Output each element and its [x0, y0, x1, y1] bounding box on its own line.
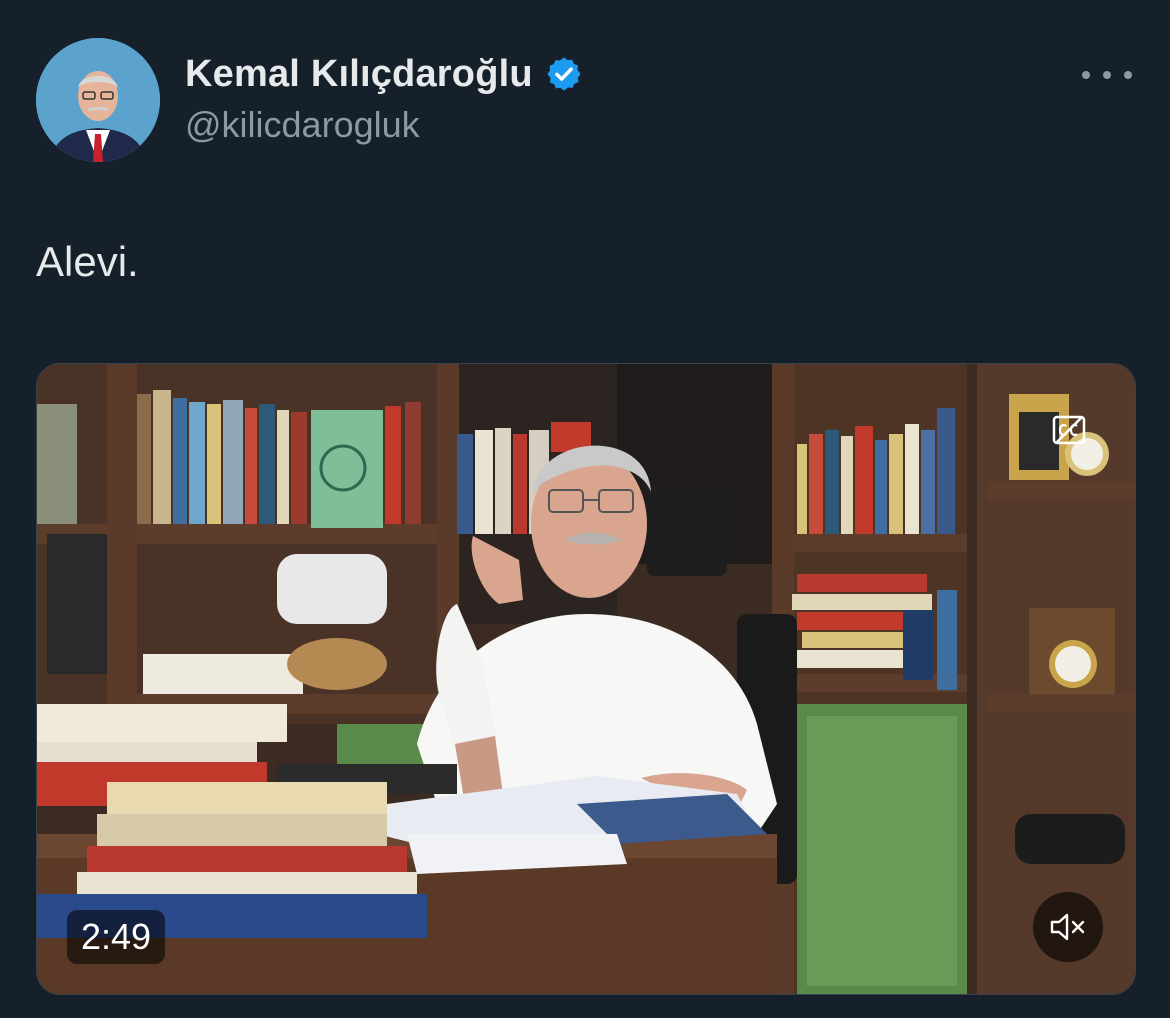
tweet: Kemal Kılıçdaroğlu @kilicdarogluk Alevi. [0, 0, 1170, 1018]
author-display-name[interactable]: Kemal Kılıçdaroğlu [185, 53, 533, 96]
avatar[interactable] [36, 38, 160, 162]
more-horizontal-icon[interactable] [1082, 60, 1132, 90]
tweet-text: Alevi. [36, 238, 139, 285]
volume-muted-icon[interactable] [1033, 892, 1103, 962]
video-duration: 2:49 [67, 910, 166, 964]
more-dot [1103, 71, 1111, 79]
video-frame [37, 364, 1135, 994]
captions-glyph [1052, 415, 1086, 445]
author-handle[interactable]: @kilicdarogluk [185, 104, 420, 146]
more-dot [1082, 71, 1090, 79]
mute-glyph [1050, 913, 1085, 941]
verified-badge-icon[interactable] [545, 55, 583, 93]
closed-captions-icon[interactable] [1047, 410, 1091, 450]
avatar-image [36, 38, 160, 162]
video-player[interactable]: 2:49 [36, 363, 1136, 995]
more-dot [1124, 71, 1132, 79]
author-name-row[interactable]: Kemal Kılıçdaroğlu [185, 52, 583, 96]
